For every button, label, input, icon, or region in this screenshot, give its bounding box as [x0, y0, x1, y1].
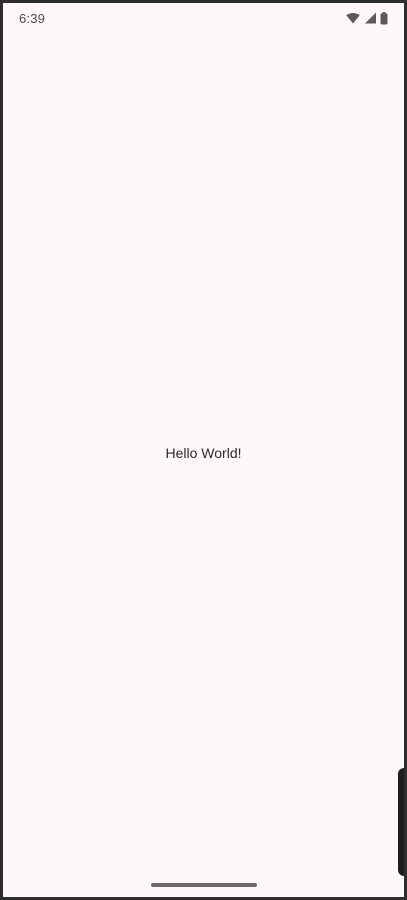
cellular-signal-icon — [364, 12, 376, 24]
gesture-nav-handle[interactable] — [151, 883, 257, 887]
battery-icon — [380, 11, 388, 25]
side-panel-handle[interactable] — [398, 768, 404, 876]
status-bar: 6:39 — [3, 3, 404, 33]
device-screen: 6:39 Hello World! — [0, 0, 407, 900]
hello-world-text: Hello World! — [165, 445, 242, 461]
main-content: Hello World! — [3, 33, 404, 873]
status-icons — [346, 11, 388, 25]
wifi-icon — [346, 12, 360, 24]
status-time: 6:39 — [19, 10, 46, 26]
